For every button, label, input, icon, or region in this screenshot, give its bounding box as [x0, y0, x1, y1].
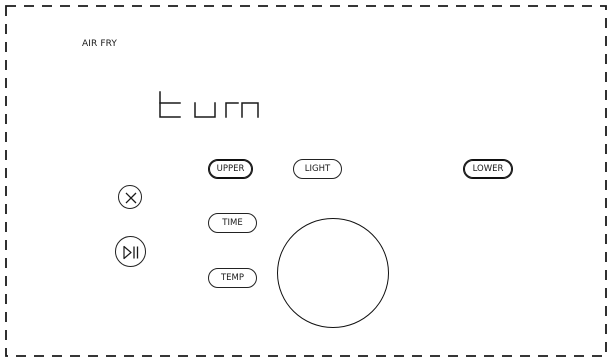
upper-button[interactable]: UPPER — [208, 159, 253, 179]
display-char-t — [159, 91, 181, 118]
temp-button[interactable]: TEMP — [208, 268, 257, 288]
start-pause-button[interactable] — [115, 236, 146, 267]
control-dial[interactable] — [277, 218, 389, 328]
seven-segment-display: turn — [158, 90, 259, 118]
display-char-u — [194, 102, 216, 118]
mode-label: AIR FRY — [82, 39, 117, 49]
air-fryer-control-panel: AIR FRY turn UPPER LIGHT LOWER TIME TEMP — [0, 0, 612, 360]
lower-button[interactable]: LOWER — [463, 159, 513, 179]
display-char-r — [225, 102, 239, 118]
display-char-n — [241, 102, 259, 118]
light-button[interactable]: LIGHT — [293, 159, 342, 179]
time-button[interactable]: TIME — [208, 213, 257, 233]
close-circle-icon — [125, 192, 137, 204]
display-text: turn — [158, 90, 160, 91]
cancel-button[interactable] — [118, 185, 142, 209]
play-pause-icon — [123, 245, 139, 260]
